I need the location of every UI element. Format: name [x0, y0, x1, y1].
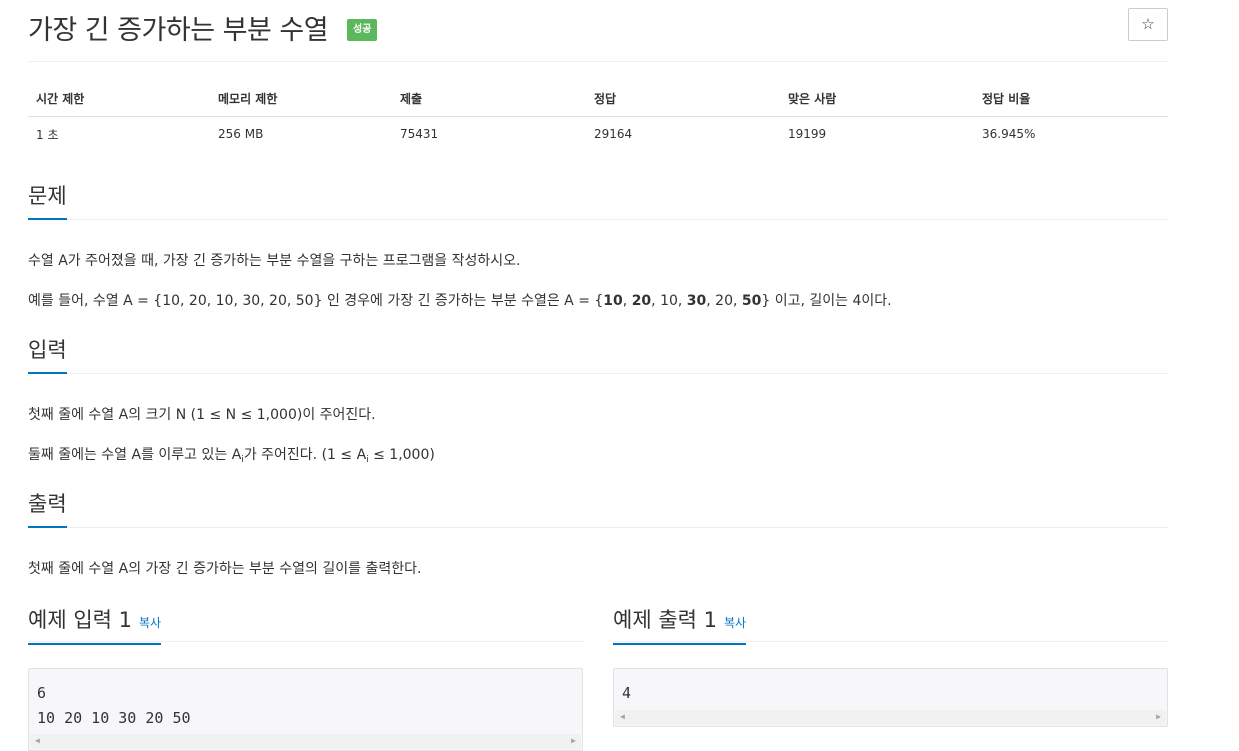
- star-icon: ☆: [1141, 15, 1155, 33]
- output-description-line-1: 첫째 줄에 수열 A의 가장 긴 증가하는 부분 수열의 길이를 출력한다.: [28, 561, 422, 577]
- header-time-limit: 시간 제한: [28, 82, 210, 117]
- star-button[interactable]: ☆: [1128, 8, 1168, 41]
- sample-input-header: 예제 입력 1 복사: [28, 606, 583, 645]
- header-accept-ratio: 정답 비율: [974, 82, 1168, 117]
- problem-heading: 문제: [28, 182, 67, 220]
- title-divider: [28, 61, 1168, 62]
- value-memory-limit: 256 MB: [218, 127, 264, 142]
- info-value-row: 1 초 256 MB 75431 29164 19199 36.945%: [28, 116, 1168, 152]
- value-time-limit: 1 초: [36, 127, 59, 142]
- problem-info-table: 시간 제한 메모리 제한 제출 정답 맞은 사람 정답 비율 1 초 256 M…: [28, 82, 1168, 152]
- value-submissions: 75431: [400, 127, 439, 142]
- sample-input-title: 예제 입력 1 복사: [28, 606, 162, 645]
- value-accept-ratio: 36.945%: [982, 127, 1036, 142]
- sample-output-content: 4: [622, 684, 632, 702]
- value-solvers: 19199: [788, 127, 827, 142]
- scroll-left-icon[interactable]: ◀: [35, 736, 40, 745]
- scroll-right-icon[interactable]: ▶: [1156, 712, 1161, 721]
- sample-output-header: 예제 출력 1 복사: [613, 606, 1168, 645]
- header-submissions: 제출: [392, 82, 586, 117]
- info-header-row: 시간 제한 메모리 제한 제출 정답 맞은 사람 정답 비율: [28, 82, 1168, 117]
- sample-input-box: 6 10 20 10 30 20 50 ◀ ▶: [28, 668, 583, 751]
- sample-input-content: 6 10 20 10 30 20 50: [37, 684, 191, 727]
- input-heading: 입력: [28, 336, 67, 374]
- sample-output-scrollbar[interactable]: ◀ ▶: [615, 710, 1166, 725]
- status-badge: 성공: [347, 19, 378, 41]
- header-solvers: 맞은 사람: [780, 82, 974, 117]
- input-description-line-1: 첫째 줄에 수열 A의 크기 N (1 ≤ N ≤ 1,000)이 주어진다.: [28, 407, 376, 423]
- problem-title: 가장 긴 증가하는 부분 수열: [28, 15, 329, 46]
- scroll-left-icon[interactable]: ◀: [620, 712, 625, 721]
- copy-sample-output-link[interactable]: 복사: [724, 616, 746, 630]
- copy-sample-input-link[interactable]: 복사: [139, 616, 161, 630]
- header-memory-limit: 메모리 제한: [210, 82, 392, 117]
- problem-section-header: 문제: [28, 182, 1168, 220]
- output-section-header: 출력: [28, 490, 1168, 528]
- problem-description-line-1: 수열 A가 주어졌을 때, 가장 긴 증가하는 부분 수열을 구하는 프로그램을…: [28, 253, 521, 269]
- scroll-right-icon[interactable]: ▶: [571, 736, 576, 745]
- title-row: 가장 긴 증가하는 부분 수열 성공 ☆: [28, 6, 1168, 52]
- header-accepted: 정답: [586, 82, 780, 117]
- output-heading: 출력: [28, 490, 67, 528]
- input-description-line-2: 둘째 줄에는 수열 A를 이루고 있는 Ai가 주어진다. (1 ≤ Ai ≤ …: [28, 447, 435, 465]
- input-section-header: 입력: [28, 336, 1168, 374]
- problem-description-line-2: 예를 들어, 수열 A = {10, 20, 10, 30, 20, 50} 인…: [28, 293, 892, 309]
- sample-output-title: 예제 출력 1 복사: [613, 606, 747, 645]
- value-accepted: 29164: [594, 127, 633, 142]
- sample-input-scrollbar[interactable]: ◀ ▶: [30, 734, 581, 749]
- sample-output-box: 4 ◀ ▶: [613, 668, 1168, 727]
